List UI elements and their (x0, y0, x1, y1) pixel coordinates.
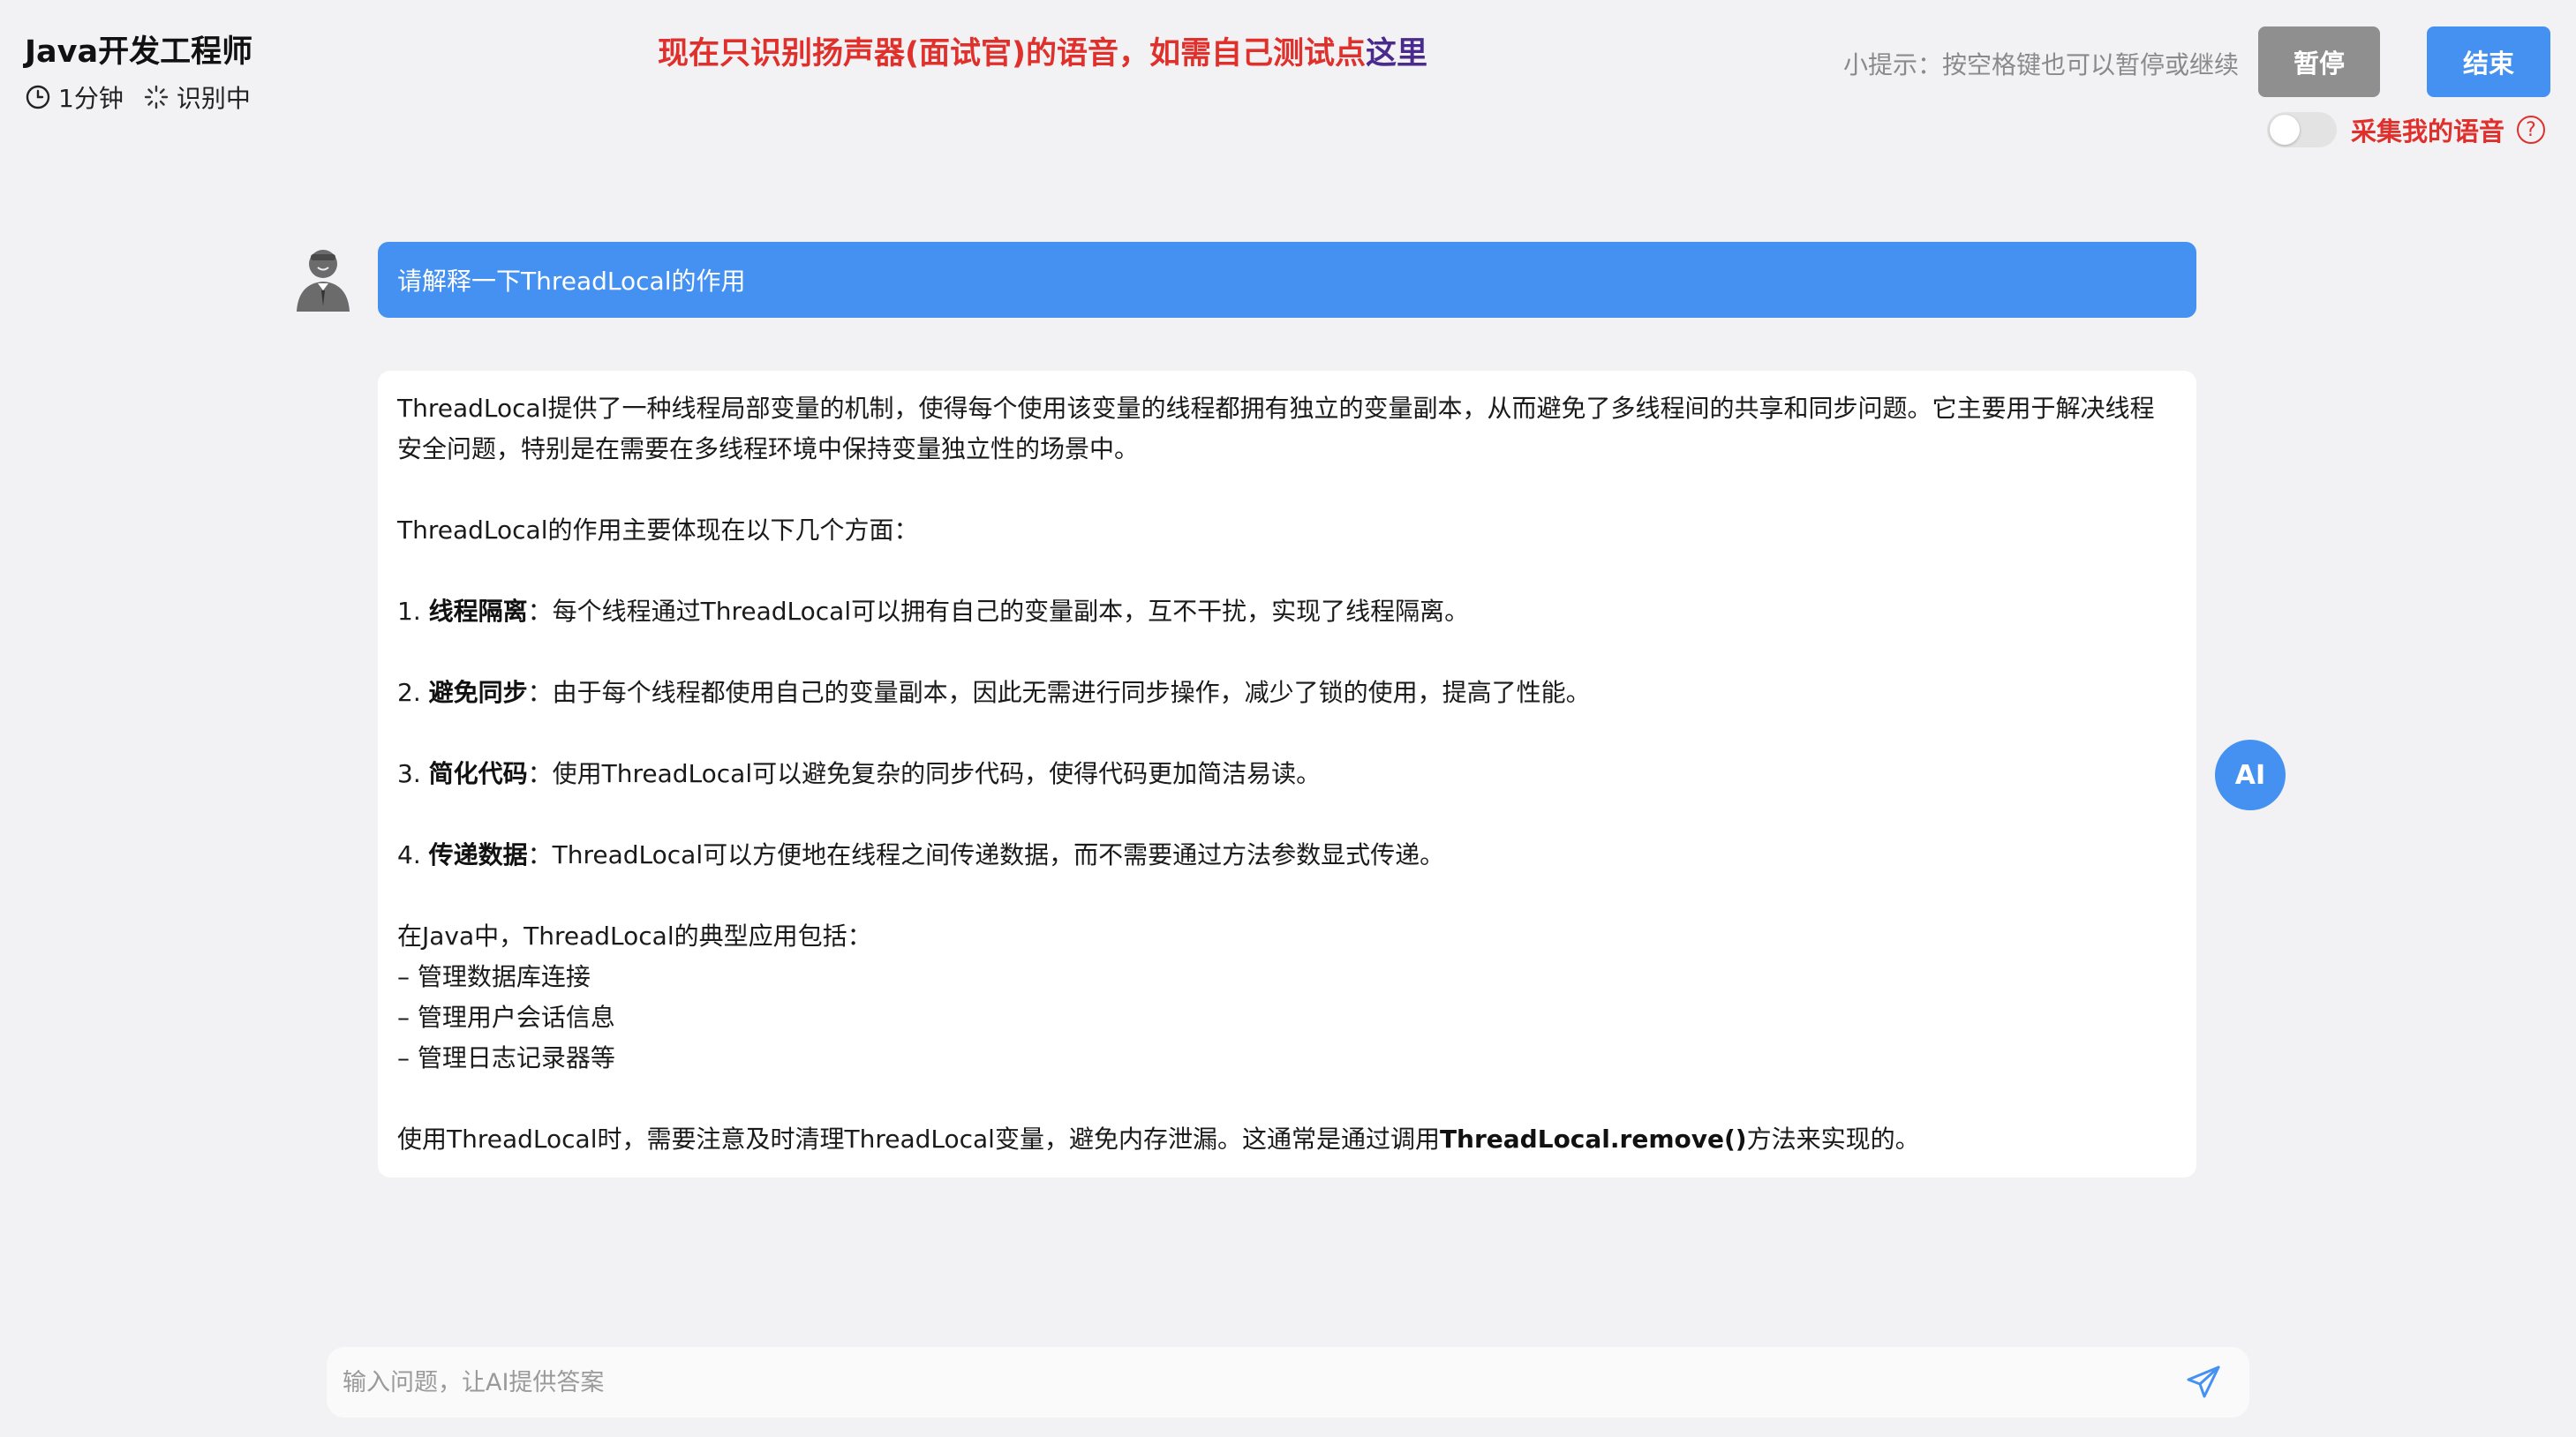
notice-link[interactable]: 这里 (1366, 36, 1427, 71)
question-input[interactable] (343, 1368, 2182, 1396)
end-button[interactable]: 结束 (2427, 26, 2550, 97)
status-text: 识别中 (176, 84, 251, 113)
answer-point: 3. 简化代码：使用ThreadLocal可以避免复杂的同步代码，使得代码更加简… (397, 759, 1322, 788)
recognition-status: 识别中 (143, 79, 251, 115)
toggle-knob (2270, 115, 2300, 145)
notice-text: 现在只识别扬声器(面试官)的语音，如需自己测试点 (658, 36, 1366, 71)
answer-usage-heading: 在Java中，ThreadLocal的典型应用包括： (397, 922, 872, 951)
answer-intro: ThreadLocal提供了一种线程局部变量的机制，使得每个使用该变量的线程都拥… (397, 394, 2155, 463)
session-meta: 1分钟 识别中 (25, 79, 270, 115)
answer-usage-item: – 管理数据库连接 (397, 962, 591, 991)
answer-role-heading: ThreadLocal的作用主要体现在以下几个方面： (397, 515, 919, 545)
keyboard-tip: 小提示：按空格键也可以暂停或继续 (1843, 50, 2240, 79)
interviewer-avatar-icon (297, 250, 350, 312)
duration-text: 1分钟 (58, 84, 124, 113)
question-bubble: 请解释一下ThreadLocal的作用 (378, 242, 2196, 318)
voice-capture-row: 采集我的语音 ? (2267, 111, 2546, 148)
answer-usage-item: – 管理日志记录器等 (397, 1043, 615, 1072)
voice-capture-toggle[interactable] (2267, 112, 2337, 147)
send-paper-plane-icon[interactable] (2182, 1361, 2225, 1403)
answer-point: 1. 线程隔离：每个线程通过ThreadLocal可以拥有自己的变量副本，互不干… (397, 597, 1470, 626)
question-input-bar (327, 1347, 2249, 1418)
job-title: Java开发工程师 (25, 34, 253, 70)
voice-capture-label: 采集我的语音 (2351, 117, 2505, 147)
pause-button[interactable]: 暂停 (2258, 26, 2380, 97)
question-circle-icon[interactable]: ? (2517, 116, 2546, 144)
interview-page: Java开发工程师 1分钟 识别中 现在只识别扬声器(面试官)的语音，如需自己测… (0, 0, 2576, 1437)
answer-conclusion: 使用ThreadLocal时，需要注意及时清理ThreadLocal变量，避免内… (397, 1125, 1920, 1154)
answer-usage-item: – 管理用户会话信息 (397, 1003, 615, 1032)
recognition-notice: 现在只识别扬声器(面试官)的语音，如需自己测试点这里 (658, 28, 1427, 73)
loading-spinner-icon (144, 85, 169, 109)
ai-avatar: AI (2215, 740, 2286, 810)
answer-point: 4. 传递数据：ThreadLocal可以方便地在线程之间传递数据，而不需要通过… (397, 840, 1445, 869)
duration: 1分钟 (25, 79, 124, 115)
answer-bubble: ThreadLocal提供了一种线程局部变量的机制，使得每个使用该变量的线程都拥… (378, 371, 2196, 1177)
clock-icon (26, 85, 50, 109)
answer-point: 2. 避免同步：由于每个线程都使用自己的变量副本，因此无需进行同步操作，减少了锁… (397, 678, 1591, 707)
